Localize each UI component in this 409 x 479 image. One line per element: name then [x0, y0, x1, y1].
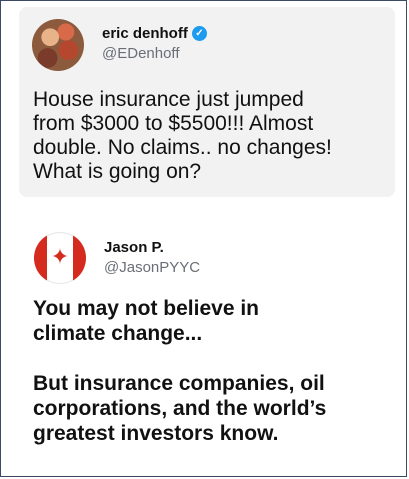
tweet-text: House insurance just jumped from $3000 t…	[33, 88, 332, 183]
flag-band-right	[73, 232, 86, 284]
avatar[interactable]: ✦	[34, 232, 86, 284]
avatar[interactable]	[32, 19, 84, 71]
user-handle[interactable]: @JasonPYYC	[104, 259, 200, 276]
display-name[interactable]: eric denhoff	[102, 25, 188, 42]
flag-band-left	[34, 232, 47, 284]
tweet-text: You may not believe in climate change...…	[33, 297, 327, 445]
verified-badge-icon: ✓	[192, 26, 207, 41]
canada-flag-icon: ✦	[50, 244, 70, 269]
display-name[interactable]: Jason P.	[104, 239, 164, 256]
user-handle[interactable]: @EDenhoff	[102, 45, 180, 62]
